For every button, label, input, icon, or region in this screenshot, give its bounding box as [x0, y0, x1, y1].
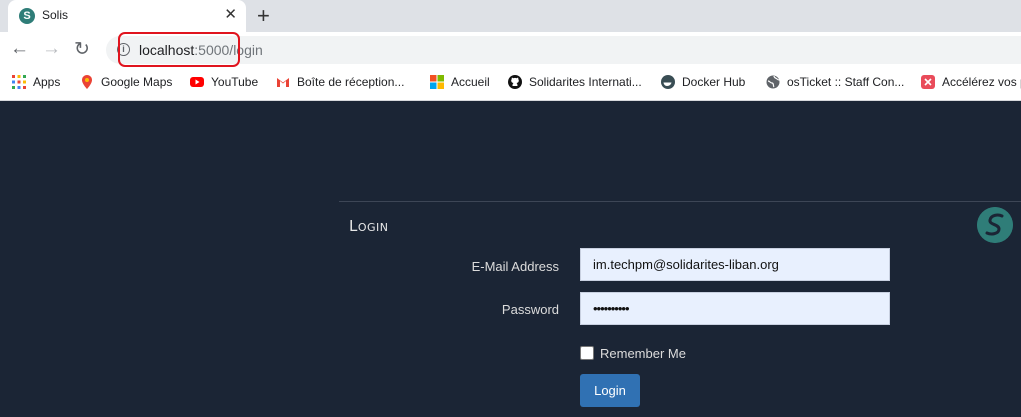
- reload-icon[interactable]: ↻: [74, 38, 90, 61]
- tab-strip: S Solis ✕ +: [0, 0, 1021, 32]
- bookmark-gmail[interactable]: Boîte de réception...: [276, 75, 404, 93]
- gmail-icon: [277, 78, 289, 87]
- tab-title: Solis: [42, 8, 69, 22]
- bookmark-label: Docker Hub: [682, 75, 746, 89]
- remember-me-label: Remember Me: [600, 346, 686, 361]
- apps-grid-icon: [12, 75, 26, 89]
- password-label: Password: [501, 302, 559, 317]
- bookmark-accelerez[interactable]: Accélérez vos p: [921, 75, 1021, 93]
- login-title: Login: [349, 217, 389, 235]
- bookmark-label: Boîte de réception...: [297, 75, 405, 89]
- bookmark-label: Accueil: [451, 75, 490, 89]
- address-bar[interactable]: i localhost:5000/login: [106, 32, 1021, 67]
- bookmark-apps[interactable]: Apps: [12, 75, 60, 93]
- forward-arrow-icon[interactable]: →: [42, 38, 61, 60]
- login-card: Login E-Mail Address im.techpm@solidarit…: [339, 201, 1021, 417]
- bookmark-app-icon: [921, 75, 935, 89]
- close-tab-icon[interactable]: ✕: [224, 5, 237, 23]
- bookmark-label: osTicket :: Staff Con...: [787, 75, 905, 89]
- bookmark-label: Solidarites Internati...: [529, 75, 642, 89]
- solis-logo-icon: [977, 207, 1013, 243]
- microsoft-icon: [430, 75, 444, 89]
- bookmark-label: YouTube: [211, 75, 259, 89]
- globe-icon: [766, 75, 780, 89]
- bookmark-solidarites[interactable]: Solidarites Internati...: [508, 75, 642, 93]
- solis-favicon-icon: S: [19, 8, 35, 24]
- email-field[interactable]: im.techpm@solidarites-liban.org: [580, 248, 890, 281]
- bookmark-youtube[interactable]: YouTube: [190, 75, 258, 93]
- github-icon: [508, 75, 522, 89]
- bookmark-label: Google Maps: [101, 75, 173, 89]
- new-tab-button[interactable]: +: [257, 3, 270, 29]
- remember-me-checkbox[interactable]: Remember Me: [580, 346, 686, 361]
- browser-toolbar: ← → ↻ i localhost:5000/login: [0, 32, 1021, 68]
- youtube-icon: [190, 77, 204, 87]
- docker-icon: [661, 75, 675, 89]
- login-button[interactable]: Login: [580, 374, 640, 407]
- bookmark-label: Accélérez vos p: [942, 75, 1021, 89]
- bookmark-label: Apps: [33, 75, 61, 89]
- google-maps-icon: [82, 75, 92, 89]
- url-highlight-annotation: [118, 32, 240, 67]
- email-label: E-Mail Address: [471, 259, 559, 274]
- bookmark-accueil[interactable]: Accueil: [430, 75, 490, 93]
- login-page: Login E-Mail Address im.techpm@solidarit…: [0, 101, 1021, 416]
- password-field[interactable]: ••••••••••: [580, 292, 890, 325]
- bookmark-osticket[interactable]: osTicket :: Staff Con...: [766, 75, 904, 93]
- bookmark-docker-hub[interactable]: Docker Hub: [661, 75, 745, 93]
- bookmark-google-maps[interactable]: Google Maps: [80, 75, 172, 93]
- bookmarks-bar: Apps Google Maps YouTube Boîte de récept…: [0, 68, 1021, 101]
- checkbox-box[interactable]: [580, 346, 594, 360]
- browser-tab[interactable]: S Solis ✕: [8, 0, 246, 32]
- back-arrow-icon[interactable]: ←: [10, 38, 29, 60]
